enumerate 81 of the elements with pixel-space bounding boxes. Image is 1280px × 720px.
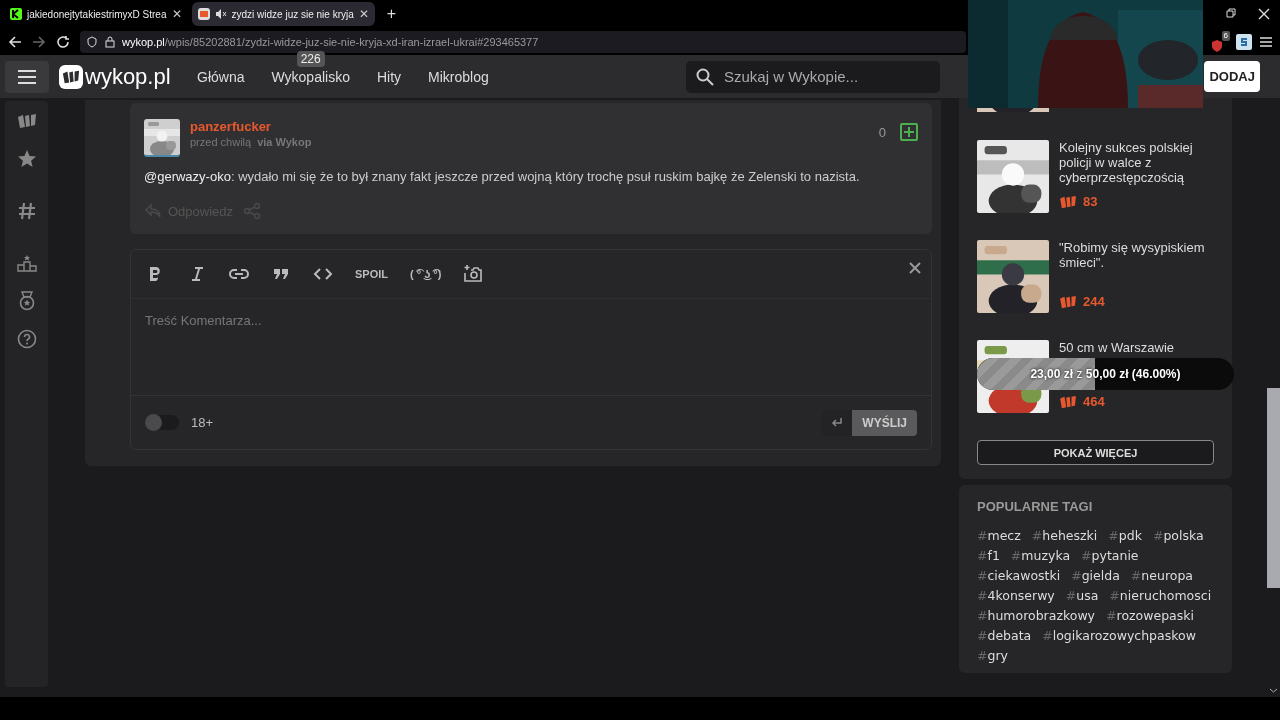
related-title[interactable]: "Robimy się wysypiskiem śmieci".: [1059, 240, 1214, 270]
tag-link[interactable]: #logikarozowychpaskow: [1042, 628, 1196, 643]
comment-input[interactable]: Treść Komentarza...: [145, 313, 917, 381]
new-tab-button[interactable]: +: [378, 5, 405, 23]
browser-tab[interactable]: zydzi widze juz sie nie kryja ✕: [191, 2, 375, 26]
reload-icon[interactable]: [56, 34, 70, 49]
tag-link[interactable]: #muzyka: [1010, 548, 1071, 563]
site-icon: [197, 8, 210, 20]
nav-link[interactable]: Mikroblog: [428, 68, 489, 85]
nav-link[interactable]: Hity: [376, 68, 402, 85]
vote-count: 83: [1083, 194, 1098, 209]
wykop-icon: [16, 111, 37, 131]
send-button[interactable]: WYŚLIJ: [852, 409, 917, 436]
wykop-icon: [1059, 394, 1077, 409]
show-more-button[interactable]: POKAŻ WIĘCEJ: [977, 440, 1214, 465]
comment-text: @gerwazy-oko: wydało mi się że to był znany fakt jeszcze przed wojną który trochę psuł ruskim bajkę że Zelenski to nazista.: [144, 169, 861, 184]
close-icon[interactable]: ✕: [171, 7, 182, 21]
tag-link[interactable]: #gielda: [1071, 568, 1120, 583]
close-icon[interactable]: [1258, 8, 1270, 20]
toggle-label: 18+: [191, 415, 214, 430]
plus-icon: [903, 126, 915, 138]
tag-link[interactable]: #gry: [977, 648, 1008, 663]
panel-title: POPULARNE TAGI: [977, 499, 1094, 514]
star-icon[interactable]: [16, 149, 37, 169]
format-button[interactable]: SPOIL: [355, 268, 388, 280]
search-input[interactable]: Szukaj w Wykopie...: [722, 67, 926, 86]
add-photo-button[interactable]: [463, 264, 484, 284]
tag-link[interactable]: #debata: [977, 628, 1032, 643]
scroll-down-icon[interactable]: [1269, 686, 1278, 695]
reply-icon: [144, 202, 162, 220]
related-title[interactable]: Kolejny sukces polskiej policji w walce z cyberprzestępczością: [1059, 140, 1214, 185]
site-logo[interactable]: wykop.pl: [85, 63, 171, 90]
tag-link[interactable]: #f1: [977, 548, 1000, 563]
author-link[interactable]: panzerfucker: [190, 119, 312, 134]
vote-count: 244: [1083, 294, 1105, 309]
toggle-switch[interactable]: [145, 415, 179, 430]
browser-tab[interactable]: jakiedonejtytakiestrimyxD Strea ✕: [4, 2, 188, 26]
menu-button[interactable]: [5, 60, 49, 93]
tag-link[interactable]: #humorobrazkowy: [977, 608, 1096, 623]
mention-link[interactable]: @gerwazy-oko: [144, 169, 231, 184]
forward-icon[interactable]: [32, 34, 46, 49]
nav-link[interactable]: Główna: [197, 68, 245, 85]
hashtag-icon[interactable]: [16, 201, 37, 221]
post-time: przed chwilą: [190, 136, 252, 148]
tag-link[interactable]: #nieruchomosci: [1109, 588, 1212, 603]
search-icon: [696, 67, 714, 86]
menu-icon: [18, 69, 36, 84]
tag-link[interactable]: #rozowepaski: [1106, 608, 1194, 623]
tag-link[interactable]: #polska: [1152, 528, 1204, 543]
close-icon: [909, 262, 921, 274]
tag-link[interactable]: #ciekawostki: [977, 568, 1061, 583]
tag-link[interactable]: #pytanie: [1081, 548, 1139, 563]
add-button[interactable]: DODAJ: [1204, 61, 1260, 92]
via-label: via Wykop: [257, 136, 312, 148]
help-icon[interactable]: [16, 329, 37, 349]
back-icon[interactable]: [8, 34, 22, 49]
camera-icon: [463, 264, 484, 284]
close-icon[interactable]: ✕: [358, 7, 369, 21]
wykop-icon: [1059, 194, 1077, 209]
muted-speaker-icon[interactable]: [214, 8, 227, 20]
podium-icon[interactable]: [16, 253, 37, 273]
vote-count: 0: [878, 124, 886, 140]
search-field[interactable]: Szukaj w Wykopie...: [686, 60, 940, 93]
wykop-icon: [1059, 294, 1077, 309]
enter-icon: [831, 415, 844, 428]
format-button[interactable]: ( ͡° ͜ʖ ͡°): [410, 268, 442, 280]
tag-link[interactable]: #heheszki: [1031, 528, 1098, 543]
tag-link[interactable]: #usa: [1065, 588, 1099, 603]
tag-link[interactable]: #pdk: [1108, 528, 1142, 543]
logo-icon: [59, 64, 83, 89]
vote-count: 464: [1083, 394, 1105, 409]
upvote-button[interactable]: [900, 123, 918, 141]
related-title[interactable]: 50 cm w Warszawie: [1059, 340, 1175, 355]
k-icon: [10, 8, 22, 20]
comment-editor[interactable]: SPOIL ( ͡° ͜ʖ ͡°) Treść Komentarza... 18+ WYŚLIJ: [130, 249, 932, 450]
tag-link[interactable]: #4konserwy: [977, 588, 1055, 603]
restore-icon[interactable]: [1226, 8, 1236, 18]
tag-link[interactable]: #mecz: [977, 528, 1021, 543]
address-bar[interactable]: wykop.pl/wpis/85202881/zydzi-widze-juz-sie-nie-kryja-xd-iran-izrael-ukrai#293465377: [80, 30, 966, 53]
extension-icon[interactable]: [1236, 33, 1252, 50]
tag-link[interactable]: #neuropa: [1130, 568, 1193, 583]
